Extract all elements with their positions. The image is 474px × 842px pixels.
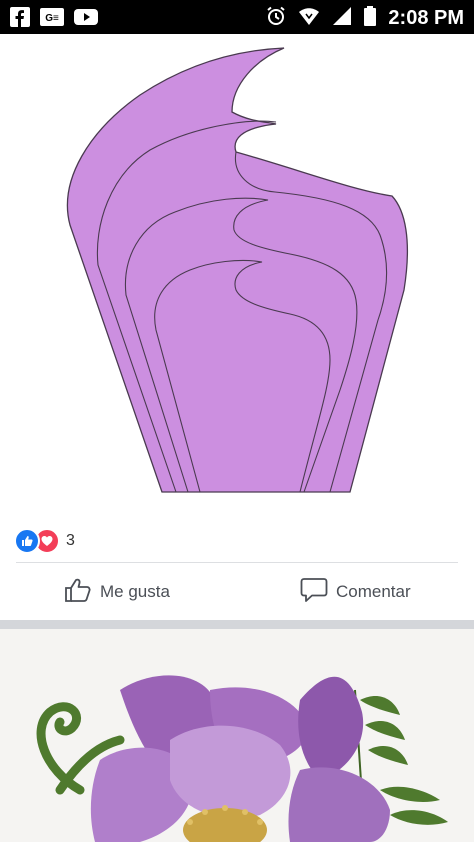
svg-text:G≡: G≡ <box>45 13 59 24</box>
next-post-image[interactable] <box>0 629 474 842</box>
paper-flower-drawing <box>0 629 474 842</box>
status-bar-left: G≡ <box>10 7 98 32</box>
comment-icon <box>300 577 328 608</box>
clock-time: 2:08 PM <box>388 7 464 29</box>
battery-icon <box>364 6 377 31</box>
comment-button[interactable]: Comentar <box>300 574 411 610</box>
signal-icon <box>332 6 352 31</box>
petal-template-drawing <box>66 47 409 493</box>
like-button-label: Me gusta <box>100 582 170 601</box>
like-reaction-icon <box>14 528 40 554</box>
facebook-icon <box>10 7 30 32</box>
alarm-icon <box>266 6 286 31</box>
reaction-count: 3 <box>66 532 75 549</box>
reactions-summary[interactable]: 3 <box>14 527 75 555</box>
status-bar-right: 2:08 PM <box>266 6 464 31</box>
thumbs-up-icon <box>64 577 92 608</box>
petal-outer <box>66 47 409 493</box>
status-bar: G≡ 2:08 PM <box>0 0 474 34</box>
post-image[interactable] <box>0 34 474 510</box>
feed-separator <box>0 620 474 629</box>
wifi-icon <box>298 6 320 31</box>
youtube-icon <box>74 8 98 31</box>
like-button[interactable]: Me gusta <box>64 574 170 610</box>
post-divider <box>16 562 458 563</box>
news-icon: G≡ <box>40 8 64 31</box>
comment-button-label: Comentar <box>336 582 411 601</box>
